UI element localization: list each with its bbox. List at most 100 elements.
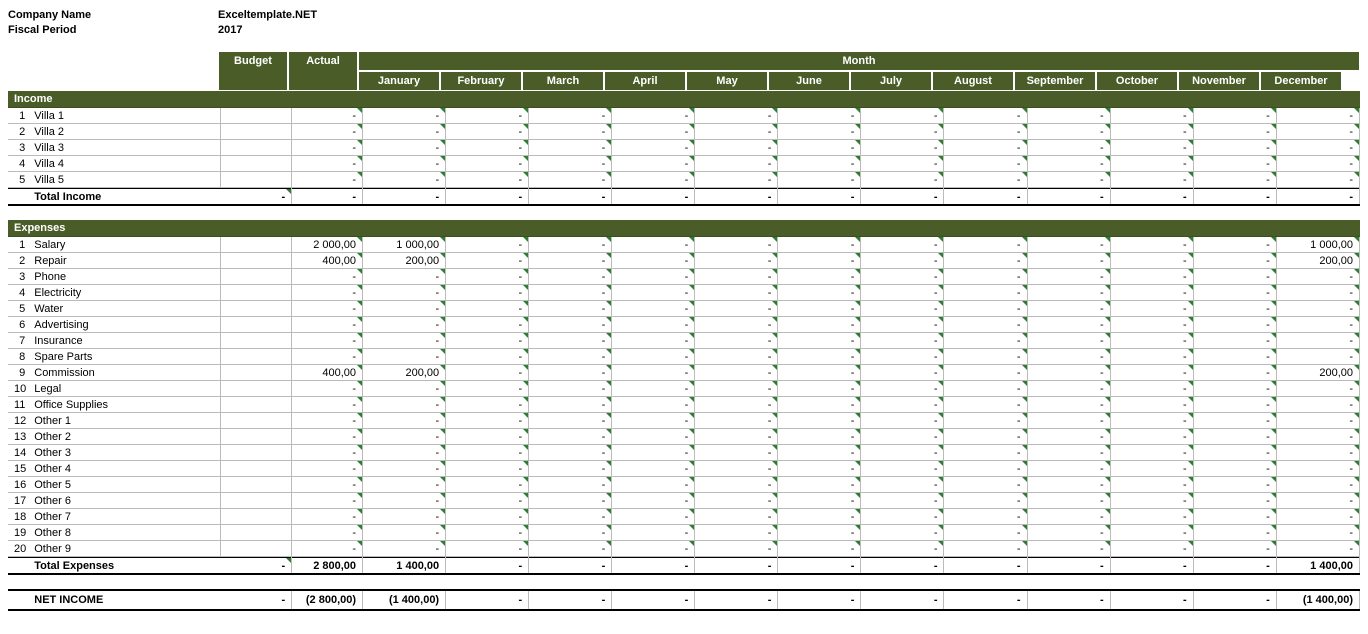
cell-month[interactable]: - [1193, 237, 1276, 253]
cell-month[interactable]: - [363, 445, 446, 461]
cell-month[interactable]: - [529, 156, 612, 172]
cell-month[interactable]: - [1027, 333, 1110, 349]
cell-month[interactable]: - [363, 124, 446, 140]
cell-month[interactable]: - [695, 445, 778, 461]
cell-month[interactable]: - [529, 253, 612, 269]
cell-month[interactable]: - [944, 317, 1027, 333]
cell-month[interactable]: - [446, 429, 529, 445]
cell-month[interactable]: - [695, 509, 778, 525]
cell-month[interactable]: - [861, 461, 944, 477]
cell-month[interactable]: - [1027, 445, 1110, 461]
cell-budget[interactable] [221, 301, 292, 317]
cell-month[interactable]: - [861, 172, 944, 188]
cell-budget[interactable] [221, 108, 292, 124]
cell-month[interactable]: - [778, 381, 861, 397]
cell-month[interactable]: - [695, 172, 778, 188]
cell-month[interactable]: - [1276, 108, 1359, 124]
cell-actual[interactable]: - [292, 525, 363, 541]
cell-month[interactable]: - [695, 269, 778, 285]
cell-month[interactable]: - [695, 413, 778, 429]
cell-month[interactable]: - [778, 445, 861, 461]
cell-budget[interactable] [221, 156, 292, 172]
cell-month[interactable]: - [695, 108, 778, 124]
cell-month[interactable]: - [363, 509, 446, 525]
cell-month[interactable]: - [446, 525, 529, 541]
cell-budget[interactable] [221, 349, 292, 365]
cell-month[interactable]: - [612, 365, 695, 381]
cell-month[interactable]: - [778, 140, 861, 156]
cell-month[interactable]: - [1110, 108, 1193, 124]
cell-month[interactable]: - [1027, 108, 1110, 124]
cell-month[interactable]: - [1276, 172, 1359, 188]
cell-month[interactable]: - [1276, 317, 1359, 333]
cell-month[interactable]: - [1110, 140, 1193, 156]
cell-month[interactable]: - [944, 429, 1027, 445]
cell-month[interactable]: - [695, 317, 778, 333]
cell-month[interactable]: - [446, 285, 529, 301]
cell-actual[interactable]: - [292, 445, 363, 461]
cell-month[interactable]: - [1027, 413, 1110, 429]
cell-month[interactable]: - [1110, 349, 1193, 365]
cell-month[interactable]: - [612, 541, 695, 557]
cell-month[interactable]: - [861, 397, 944, 413]
cell-month[interactable]: - [861, 108, 944, 124]
cell-month[interactable]: - [363, 108, 446, 124]
cell-month[interactable]: - [1276, 493, 1359, 509]
cell-month[interactable]: - [1027, 525, 1110, 541]
cell-actual[interactable]: - [292, 397, 363, 413]
cell-month[interactable]: - [861, 525, 944, 541]
cell-month[interactable]: - [363, 285, 446, 301]
cell-month[interactable]: - [446, 140, 529, 156]
cell-month[interactable]: - [695, 156, 778, 172]
cell-month[interactable]: - [778, 477, 861, 493]
cell-budget[interactable] [221, 525, 292, 541]
cell-month[interactable]: - [778, 156, 861, 172]
cell-month[interactable]: - [446, 365, 529, 381]
cell-month[interactable]: - [778, 333, 861, 349]
cell-month[interactable]: - [529, 525, 612, 541]
cell-actual[interactable]: - [292, 349, 363, 365]
cell-actual[interactable]: 2 000,00 [292, 237, 363, 253]
cell-month[interactable]: - [1276, 269, 1359, 285]
cell-month[interactable]: - [1276, 381, 1359, 397]
cell-month[interactable]: - [1027, 253, 1110, 269]
cell-month[interactable]: - [778, 541, 861, 557]
cell-month[interactable]: - [778, 461, 861, 477]
cell-actual[interactable]: - [292, 285, 363, 301]
cell-month[interactable]: - [778, 509, 861, 525]
cell-month[interactable]: - [778, 124, 861, 140]
cell-month[interactable]: - [1110, 333, 1193, 349]
cell-month[interactable]: - [529, 317, 612, 333]
cell-month[interactable]: - [861, 156, 944, 172]
cell-month[interactable]: - [861, 381, 944, 397]
cell-actual[interactable]: - [292, 333, 363, 349]
cell-month[interactable]: - [529, 541, 612, 557]
cell-budget[interactable] [221, 461, 292, 477]
cell-month[interactable]: - [1276, 445, 1359, 461]
cell-budget[interactable] [221, 477, 292, 493]
cell-month[interactable]: - [944, 541, 1027, 557]
cell-actual[interactable]: 400,00 [292, 253, 363, 269]
cell-month[interactable]: - [1027, 301, 1110, 317]
cell-month[interactable]: - [1110, 237, 1193, 253]
cell-month[interactable]: - [944, 237, 1027, 253]
cell-month[interactable]: - [1193, 381, 1276, 397]
cell-month[interactable]: - [1027, 140, 1110, 156]
cell-month[interactable]: - [1027, 317, 1110, 333]
cell-month[interactable]: - [778, 525, 861, 541]
cell-month[interactable]: - [1193, 541, 1276, 557]
cell-budget[interactable] [221, 172, 292, 188]
cell-month[interactable]: - [1276, 349, 1359, 365]
cell-month[interactable]: - [695, 461, 778, 477]
cell-month[interactable]: - [1193, 333, 1276, 349]
cell-month[interactable]: 200,00 [363, 365, 446, 381]
cell-month[interactable]: - [1110, 525, 1193, 541]
cell-month[interactable]: - [1276, 429, 1359, 445]
cell-month[interactable]: - [446, 108, 529, 124]
cell-month[interactable]: - [446, 509, 529, 525]
cell-month[interactable]: - [1193, 525, 1276, 541]
cell-month[interactable]: - [363, 429, 446, 445]
cell-month[interactable]: - [363, 301, 446, 317]
cell-month[interactable]: - [861, 349, 944, 365]
cell-month[interactable]: - [612, 445, 695, 461]
